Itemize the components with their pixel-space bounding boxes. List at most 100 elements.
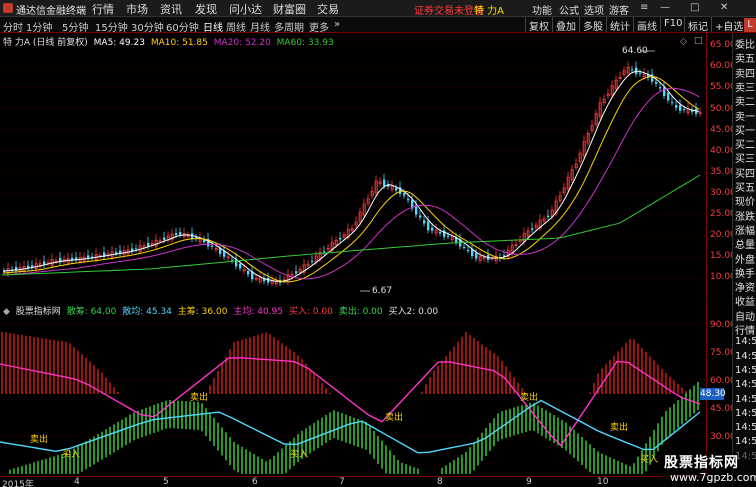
side-panel-item[interactable]: 收益 [735, 293, 755, 308]
menu-ask[interactable]: 问小达 [229, 1, 262, 17]
menu-discover[interactable]: 发现 [195, 1, 217, 17]
period-tab-30min[interactable]: 30分钟 [131, 19, 164, 34]
candle-body [323, 251, 326, 253]
candle-body [663, 87, 666, 96]
side-panel-item[interactable]: 买三 [735, 150, 755, 165]
side-panel-item[interactable]: 净资 [735, 279, 755, 294]
period-tab-60min[interactable]: 60分钟 [166, 19, 199, 34]
side-panel-item[interactable]: 14:5 [735, 436, 756, 447]
menu-trade[interactable]: 交易 [317, 1, 339, 17]
buy-marker: 买入 [62, 449, 80, 460]
menu-wealth-circle[interactable]: 财富圈 [273, 1, 306, 17]
menu-market-quotes[interactable]: 行情 [92, 1, 114, 17]
date-tick: 6 [252, 477, 258, 487]
side-panel-item[interactable]: 涨幅 [735, 222, 755, 237]
kline-plot[interactable] [0, 33, 706, 301]
menu-formula[interactable]: 公式 [559, 2, 579, 17]
side-panel-item[interactable]: 委比 [735, 36, 755, 51]
window-menu-icon[interactable]: ≡ [640, 2, 648, 13]
date-tick: 7 [339, 477, 345, 487]
side-panel-item[interactable]: 卖三 [735, 79, 755, 94]
side-panel-item[interactable]: 卖四 [735, 65, 755, 80]
candle-body [407, 198, 410, 201]
period-tab-weekly[interactable]: 周线 [226, 19, 246, 34]
period-tab-5min[interactable]: 5分钟 [62, 19, 88, 34]
date-tick: 8 [437, 477, 443, 487]
maximize-icon[interactable]: □ [690, 2, 699, 13]
side-panel-item[interactable]: 14:5 [735, 379, 756, 390]
overlay-button[interactable]: 叠加 [552, 17, 579, 33]
statistics-button[interactable]: 统计 [606, 17, 633, 33]
close-icon[interactable]: ✕ [720, 2, 728, 13]
side-panel-item[interactable]: 买五 [735, 179, 755, 194]
side-panel-badge[interactable]: L [744, 18, 756, 32]
buy2-label: 买入2: 0.00 [388, 307, 439, 317]
menu-function[interactable]: 功能 [532, 2, 552, 17]
side-panel-item[interactable]: 换手 [735, 265, 755, 280]
main-chips-label: 主筹: 36.00 [177, 307, 228, 317]
chart-maximize-icon[interactable]: □ [694, 36, 703, 46]
kline-legend: 特 力A (日线 前复权) MA5: 49.23 MA10: 51.85 MA2… [3, 35, 337, 48]
side-panel-item[interactable]: 14:5 [735, 394, 756, 405]
mark-button[interactable]: 标记 [684, 17, 711, 33]
candle-body [475, 253, 478, 259]
side-panel-item[interactable]: 买一 [735, 122, 755, 137]
period-tab-monthly[interactable]: 月线 [250, 19, 270, 34]
indicator-menu-icon[interactable]: ◆ [3, 307, 10, 317]
candle-body [135, 248, 138, 250]
menu-market[interactable]: 市场 [126, 1, 148, 17]
side-panel-item[interactable]: 行情 [735, 322, 755, 337]
period-tab-more[interactable]: 更多 [309, 19, 329, 34]
side-panel-item[interactable]: 外盘 [735, 251, 755, 266]
period-tab-15min[interactable]: 15分钟 [95, 19, 128, 34]
side-panel-item[interactable]: 14:5 [735, 336, 756, 347]
side-panel-item[interactable]: 卖二 [735, 93, 755, 108]
candle-body [179, 232, 182, 235]
current-value-tag: 48.30 [700, 388, 726, 400]
candle-body [239, 263, 242, 269]
side-panel-item[interactable]: 14:5 [735, 408, 756, 419]
side-panel-item[interactable]: 买二 [735, 136, 755, 151]
period-tab-multi[interactable]: 多周期 [274, 19, 304, 34]
side-panel-item[interactable]: 卖一 [735, 108, 755, 123]
side-panel-item[interactable]: 总量 [735, 236, 755, 251]
chart-settings-icon[interactable]: ◇ [680, 37, 687, 47]
candle-body [675, 105, 678, 108]
candle-body [403, 193, 406, 196]
indicator-chart[interactable]: 卖出 买入 卖出 买入 卖出 卖出 卖出 买入 ◆ 股票指标网 散筹: 64.00 散均: 4… [0, 302, 706, 476]
draw-line-button[interactable]: 画线 [633, 17, 660, 33]
indicator-plot[interactable]: 卖出买入卖出买入卖出卖出卖出买入 [0, 302, 706, 476]
indicator-title[interactable]: 股票指标网 [16, 307, 61, 317]
f10-button[interactable]: F10 [660, 17, 685, 32]
period-tab-daily[interactable]: 日线 [203, 19, 223, 34]
side-panel-item[interactable]: 自动 [735, 308, 755, 323]
more-chevron-icon[interactable]: » [334, 19, 340, 30]
menu-options[interactable]: 选项 [584, 2, 604, 17]
minimize-icon[interactable]: — [660, 2, 670, 13]
ma5-line [2, 70, 700, 283]
candle-body [419, 215, 422, 218]
side-panel-item[interactable]: 14:5 [735, 422, 756, 433]
adjust-button[interactable]: 复权 [525, 17, 552, 33]
menu-guest[interactable]: 游客 [609, 2, 629, 17]
side-panel-item[interactable]: 涨跌 [735, 208, 755, 223]
buy-label: 买入: 0.00 [288, 307, 333, 317]
side-panel-item[interactable]: 现价 [735, 193, 755, 208]
candle-body [339, 237, 342, 240]
side-panel-item[interactable]: 14:5 [735, 351, 756, 362]
candle-body [467, 250, 470, 252]
quote-side-panel[interactable]: L 委比卖五卖四卖三卖二卖一买一买二买三买四买五现价涨跌涨幅总量外盘换手净资收益… [732, 33, 756, 487]
menu-news[interactable]: 资讯 [160, 1, 182, 17]
kline-title: 特 力A (日线 前复权) [3, 38, 88, 48]
period-tab-intraday[interactable]: 分时 [3, 19, 23, 34]
side-panel-item[interactable]: 卖五 [735, 50, 755, 65]
date-tick: 5 [163, 477, 169, 487]
date-tick: 4 [74, 477, 80, 487]
date-tick: 10 [597, 477, 609, 487]
add-watchlist-button[interactable]: +自选 [711, 17, 746, 33]
side-panel-item[interactable]: 买四 [735, 165, 755, 180]
multi-stock-button[interactable]: 多股 [579, 17, 606, 33]
kline-chart[interactable]: 特 力A (日线 前复权) MA5: 49.23 MA10: 51.85 MA2… [0, 33, 706, 301]
side-panel-item[interactable]: 14:5 [735, 365, 756, 376]
period-tab-1min[interactable]: 1分钟 [26, 19, 52, 34]
